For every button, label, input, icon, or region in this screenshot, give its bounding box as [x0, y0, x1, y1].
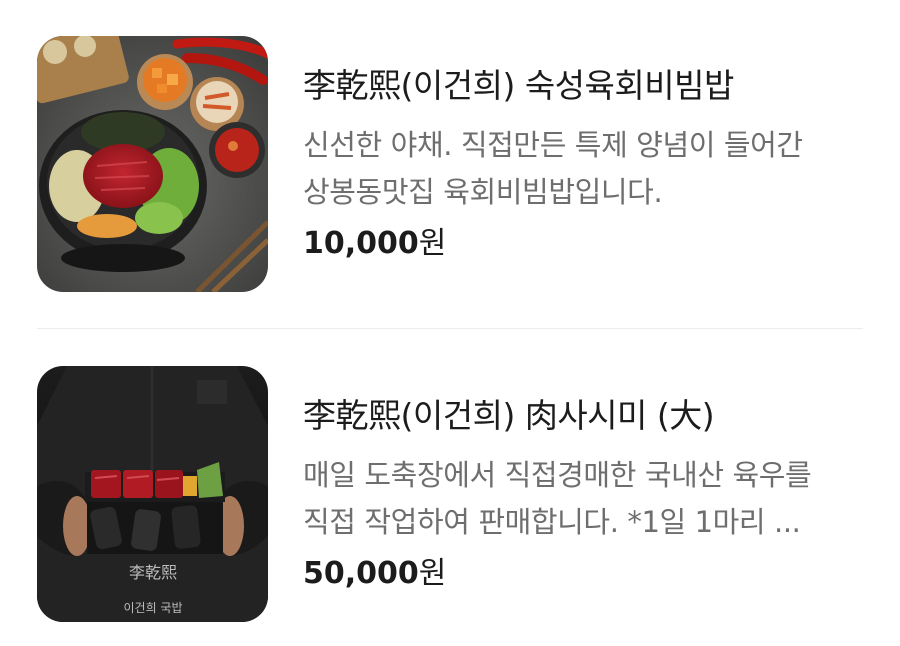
meat-sashimi-photo: 李乾熙 이건희 국밥: [37, 366, 268, 622]
price-amount: 10,000: [303, 226, 419, 261]
menu-item-name: 李乾熙(이건희) 숙성육회비빔밥: [303, 66, 734, 105]
svg-text:李乾熙: 李乾熙: [129, 563, 177, 582]
menu-item-price: 50,000원: [303, 552, 446, 596]
menu-item-price: 10,000원: [303, 222, 446, 266]
menu-item-yukhoe-bibimbap[interactable]: 李乾熙(이건희) 숙성육회비빔밥 신선한 야채. 직접만든 특제 양념이 들어간…: [37, 36, 863, 292]
price-unit: 원: [418, 226, 447, 261]
menu-item-name: 李乾熙(이건희) 肉사시미 (大): [303, 396, 715, 435]
divider: [37, 328, 863, 329]
price-amount: 50,000: [303, 556, 419, 591]
bibimbap-photo: [37, 36, 268, 292]
menu-item-meat-sashimi[interactable]: 李乾熙 이건희 국밥 李乾熙(이건희) 肉사시미 (大) 매일 도축장에서 직접…: [37, 366, 863, 622]
menu-item-description: 매일 도축장에서 직접경매한 국내산 육우를 직접 작업하여 판매합니다. *1…: [303, 458, 812, 539]
menu-item-description: 신선한 야채. 직접만든 특제 양념이 들어간 상봉동맛집 육회비빔밥입니다.: [303, 128, 803, 209]
svg-text:이건희 국밥: 이건희 국밥: [123, 601, 182, 615]
price-unit: 원: [418, 556, 447, 591]
